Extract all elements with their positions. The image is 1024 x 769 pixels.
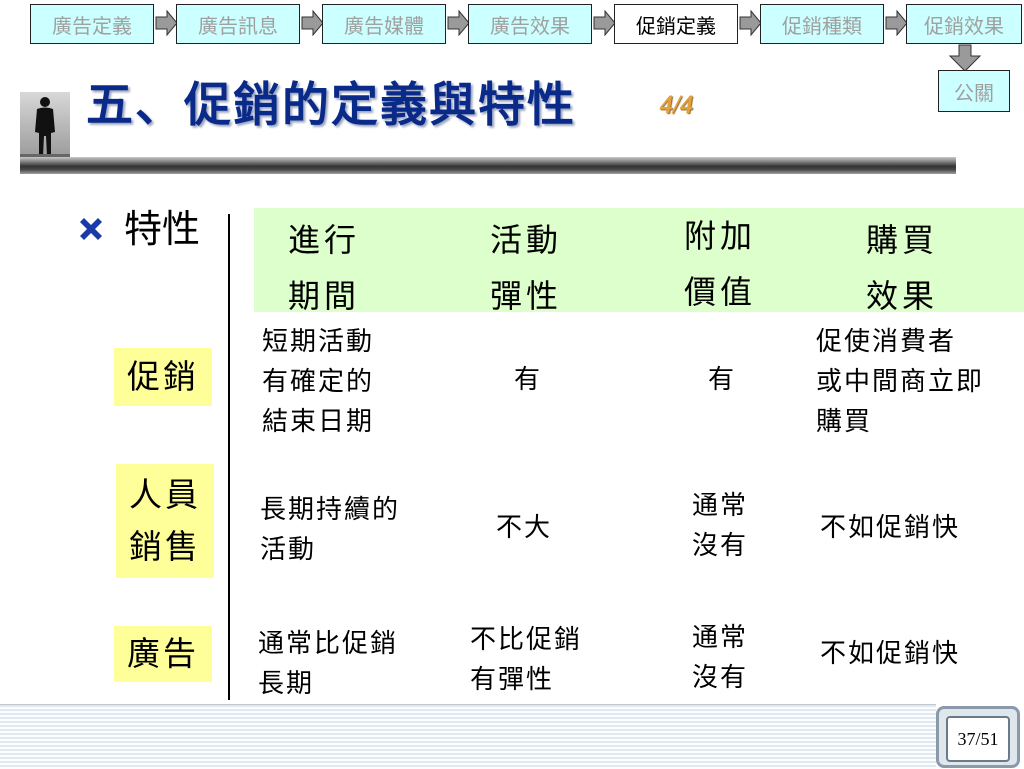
x-bullet-icon bbox=[80, 218, 102, 240]
row-label-promotion: 促銷 bbox=[114, 348, 212, 406]
row-label-advertising: 廣告 bbox=[114, 626, 212, 682]
nav-button-promo-types[interactable]: 促銷種類 bbox=[760, 4, 884, 44]
table-header-added-value: 附加 價值 bbox=[684, 217, 757, 311]
table-cell: 有 bbox=[708, 365, 737, 395]
nav-arrow-icon bbox=[593, 10, 616, 36]
table-cell: 促使消費者 或中間商立即 購買 bbox=[816, 327, 985, 437]
title-page-mark: 4/4 bbox=[660, 90, 694, 119]
table-cell: 有 bbox=[514, 365, 543, 395]
nav-arrow-icon bbox=[739, 10, 762, 36]
section-label: 特性 bbox=[124, 207, 201, 251]
table-cell: 不比促銷 有彈性 bbox=[470, 625, 583, 695]
table-header-purchase-effect: 購買 效果 bbox=[866, 221, 939, 315]
nav-arrow-icon bbox=[155, 10, 178, 36]
slide: 廣告定義 廣告訊息 廣告媒體 廣告效果 促銷定義 促銷種類 促銷效果 公關 五、… bbox=[0, 0, 1024, 769]
table-header-flexibility: 活動 彈性 bbox=[490, 221, 563, 315]
nav-button-promo-effect[interactable]: 促銷效果 bbox=[906, 4, 1022, 44]
businessman-silhouette-icon bbox=[20, 92, 70, 158]
vertical-divider bbox=[228, 214, 230, 700]
page-counter: 37/51 bbox=[946, 716, 1010, 762]
table-cell: 長期持續的 活動 bbox=[260, 495, 401, 565]
nav-button-ad-effect[interactable]: 廣告效果 bbox=[468, 4, 592, 44]
table-cell: 短期活動 有確定的 結束日期 bbox=[262, 327, 375, 437]
table-cell: 通常 沒有 bbox=[692, 623, 749, 693]
nav-button-ad-media[interactable]: 廣告媒體 bbox=[322, 4, 446, 44]
table-cell: 不如促銷快 bbox=[820, 513, 961, 543]
title-underline-bar bbox=[20, 157, 956, 174]
nav-button-promo-definition[interactable]: 促銷定義 bbox=[614, 4, 738, 44]
down-arrow-icon bbox=[948, 44, 982, 72]
nav-arrow-icon bbox=[447, 10, 470, 36]
table-header-duration: 進行 期間 bbox=[288, 221, 361, 315]
footer-band bbox=[0, 704, 936, 769]
nav-arrow-icon bbox=[885, 10, 908, 36]
table-cell: 不如促銷快 bbox=[820, 639, 961, 669]
nav-button-ad-definition[interactable]: 廣告定義 bbox=[30, 4, 154, 44]
row-label-personal-selling: 人員 銷售 bbox=[116, 464, 214, 578]
table-cell: 不大 bbox=[496, 513, 553, 543]
nav-button-pr[interactable]: 公關 bbox=[938, 70, 1010, 112]
table-cell: 通常比促銷 長期 bbox=[258, 629, 399, 699]
nav-button-ad-message[interactable]: 廣告訊息 bbox=[176, 4, 300, 44]
nav-arrow-icon bbox=[301, 10, 324, 36]
slide-title: 五、促銷的定義與特性 bbox=[86, 78, 576, 133]
table-cell: 通常 沒有 bbox=[692, 491, 749, 561]
